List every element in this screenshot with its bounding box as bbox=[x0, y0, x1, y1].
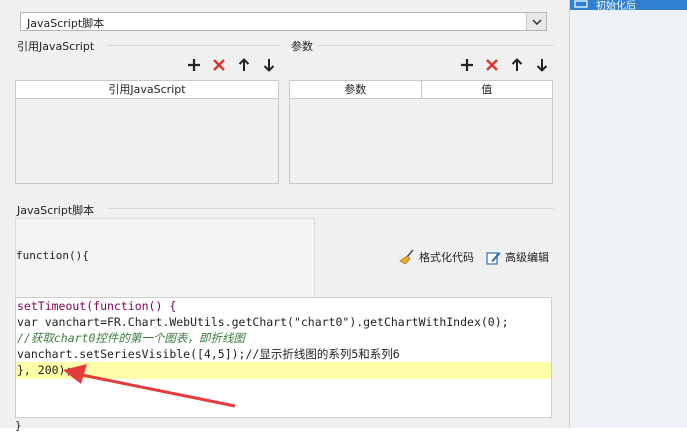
event-icon bbox=[574, 0, 588, 8]
params-column-value[interactable]: 值 bbox=[422, 81, 553, 98]
format-code-label: 格式化代码 bbox=[419, 251, 474, 264]
params-add-button[interactable] bbox=[458, 56, 475, 73]
chevron-down-icon bbox=[531, 18, 542, 25]
delete-x-icon bbox=[485, 58, 498, 71]
ref-js-move-down-button[interactable] bbox=[260, 56, 277, 73]
function-header: function(){ bbox=[16, 249, 89, 262]
right-panel-selected-item[interactable]: 初始化后 bbox=[570, 0, 687, 12]
params-delete-button[interactable] bbox=[483, 56, 500, 73]
annotation-arrow-icon bbox=[63, 364, 236, 408]
plus-icon bbox=[187, 58, 200, 71]
ref-js-toolbar bbox=[185, 56, 277, 73]
right-panel: 初始化后 bbox=[569, 0, 687, 428]
script-section-label: JavaScript脚本 bbox=[17, 204, 95, 217]
advanced-edit-button[interactable]: 高级编辑 bbox=[486, 249, 549, 265]
plus-icon bbox=[460, 58, 473, 71]
arrow-down-icon bbox=[536, 58, 547, 72]
delete-x-icon bbox=[212, 58, 225, 71]
broom-icon bbox=[399, 249, 414, 265]
function-closing-brace: } bbox=[15, 419, 22, 432]
params-table[interactable]: 参数 值 bbox=[289, 80, 553, 184]
params-move-down-button[interactable] bbox=[533, 56, 550, 73]
params-divider bbox=[318, 45, 554, 46]
ref-js-add-button[interactable] bbox=[185, 56, 202, 73]
arrow-up-icon bbox=[511, 57, 522, 71]
edit-icon bbox=[486, 251, 501, 265]
ref-js-table[interactable]: 引用JavaScript bbox=[15, 80, 279, 184]
script-type-select[interactable]: JavaScript脚本 bbox=[20, 12, 547, 31]
ref-js-divider bbox=[106, 45, 281, 46]
ref-js-delete-button[interactable] bbox=[210, 56, 227, 73]
script-editor-panel: JavaScript脚本 引用JavaScript 引用JavaScript 参… bbox=[0, 0, 569, 432]
script-divider bbox=[108, 208, 554, 209]
advanced-edit-label: 高级编辑 bbox=[505, 251, 549, 264]
code-line-1: setTimeout(function() { bbox=[17, 299, 177, 313]
params-toolbar bbox=[458, 56, 550, 73]
code-line: setTimeout(function() { bbox=[17, 298, 176, 314]
format-code-button[interactable]: 格式化代码 bbox=[399, 249, 474, 265]
params-table-header: 参数 值 bbox=[290, 81, 552, 99]
ref-js-table-header: 引用JavaScript bbox=[16, 81, 278, 99]
right-panel-label: 初始化后 bbox=[596, 1, 636, 12]
code-line-2: var vanchart=FR.Chart.WebUtils.getChart(… bbox=[17, 315, 509, 329]
params-column-name[interactable]: 参数 bbox=[290, 81, 422, 98]
code-line: var vanchart=FR.Chart.WebUtils.getChart(… bbox=[17, 314, 509, 330]
ref-js-move-up-button[interactable] bbox=[235, 56, 252, 73]
code-line: //获取chart0控件的第一个图表，即折线图 bbox=[17, 330, 245, 346]
dropdown-button[interactable] bbox=[526, 13, 546, 30]
arrow-down-icon bbox=[263, 58, 274, 72]
script-type-value: JavaScript脚本 bbox=[27, 17, 105, 30]
ref-js-section-label: 引用JavaScript bbox=[17, 40, 95, 53]
ref-js-column-header[interactable]: 引用JavaScript bbox=[16, 81, 278, 98]
code-line-4: vanchart.setSeriesVisible([4,5]);//显示折线图… bbox=[17, 347, 400, 361]
code-line-3: //获取chart0控件的第一个图表，即折线图 bbox=[17, 331, 245, 345]
params-section-label: 参数 bbox=[291, 40, 313, 53]
params-move-up-button[interactable] bbox=[508, 56, 525, 73]
arrow-up-icon bbox=[238, 57, 249, 71]
